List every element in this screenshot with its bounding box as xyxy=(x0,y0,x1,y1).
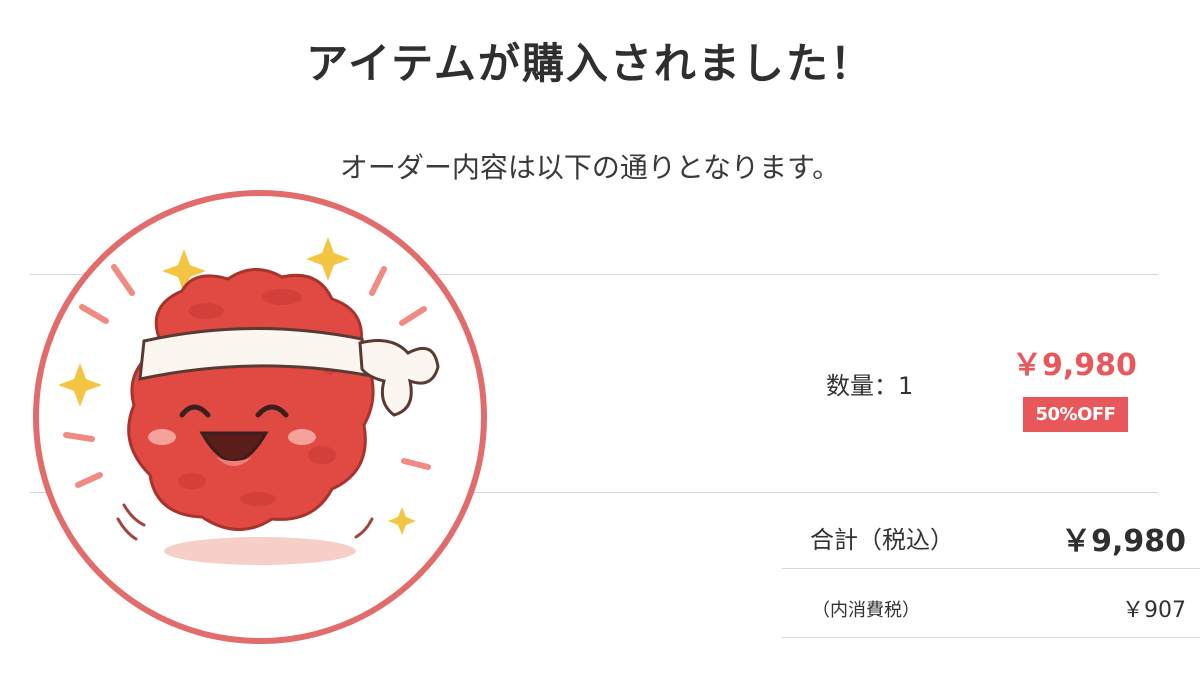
page-subtitle: オーダー内容は以下の通りとなります。 xyxy=(339,151,841,184)
total-value: ￥9,980 xyxy=(1061,524,1186,559)
product-image xyxy=(32,189,488,645)
tax-value: ￥907 xyxy=(1122,598,1186,623)
page-title: アイテムが購入されました！ xyxy=(306,39,874,88)
meatball-character-icon xyxy=(33,190,487,644)
quantity-label: 数量：1 xyxy=(826,372,914,400)
tax-label: （内消費税） xyxy=(812,600,920,621)
item-price: ￥9,980 xyxy=(1012,348,1137,383)
total-label: 合計（税込） xyxy=(810,526,954,554)
divider xyxy=(782,568,1200,569)
discount-badge: 50%OFF xyxy=(1023,397,1128,432)
divider xyxy=(782,637,1200,638)
